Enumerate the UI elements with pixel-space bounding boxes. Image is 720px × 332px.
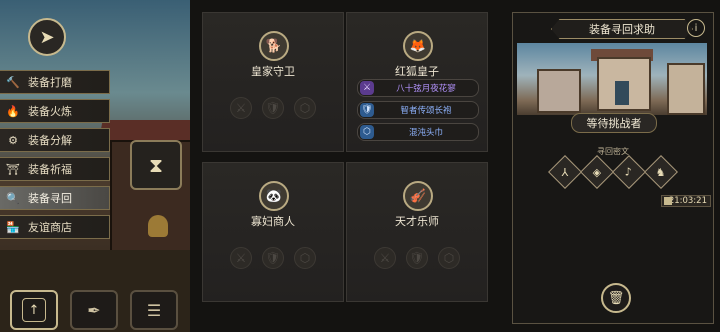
status-badge: 等待挑战者 xyxy=(571,113,657,133)
runes-label: 寻回密文 xyxy=(597,147,629,156)
empty-slot-icon: 🛡 xyxy=(406,247,428,269)
recovery-panel: 装备寻回求助 i 等待挑战者 寻回密文 ⅄ ◈ ♪ ♞ 21:03:21 🗑 xyxy=(512,12,714,324)
rune-button[interactable]: ♪ xyxy=(612,155,646,189)
hero-card[interactable]: 🐼 寡妇商人 ⚔ 🛡 ⬡ xyxy=(202,162,344,302)
menu-item-3[interactable]: ⛩ 装备祈福 xyxy=(0,157,110,181)
hourglass-icon xyxy=(664,197,672,205)
empty-slot-row: ⚔ 🛡 ⬡ xyxy=(203,97,343,119)
equipment-name: 八十弦月夜花寥 xyxy=(396,84,456,94)
panel-title: 装备寻回求助 xyxy=(551,19,693,39)
fox-prince-avatar: 🦊 xyxy=(403,31,433,61)
rune-button[interactable]: ◈ xyxy=(580,155,614,189)
bell-icon xyxy=(148,215,168,237)
bottom-tab-bar: ↑ ✒ ☰ xyxy=(10,290,178,330)
hero-name: 天才乐师 xyxy=(395,215,439,228)
menu-item-label: 装备分解 xyxy=(28,134,72,147)
dog-knight-avatar: 🐕 xyxy=(259,31,289,61)
back-arrow-icon: ➤ xyxy=(39,26,55,48)
rune-glyph-icon: ⅄ xyxy=(561,165,569,179)
tab-quill[interactable]: ✒ xyxy=(70,290,118,330)
town-illustration xyxy=(517,43,707,115)
robe-icon: 🛡 xyxy=(360,103,374,117)
rune-row: ⅄ ◈ ♪ ♞ xyxy=(513,155,713,189)
countdown-timer: 21:03:21 xyxy=(661,195,711,207)
menu-item-label: 装备祈福 xyxy=(28,163,72,176)
equipment-name: 混沌头巾 xyxy=(408,128,443,138)
hero-name: 皇家守卫 xyxy=(251,65,295,78)
feather-icon: ✒ xyxy=(87,300,101,320)
empty-slot-icon: ⚔ xyxy=(230,97,252,119)
equipment-item[interactable]: ⚔ 八十弦月夜花寥 xyxy=(357,79,479,97)
menu-item-1[interactable]: 🔥 装备火炼 xyxy=(0,99,110,123)
menu-item-4[interactable]: 🔍 装备寻回 xyxy=(0,186,110,210)
rune-glyph-icon: ♪ xyxy=(625,165,633,179)
flame-icon: 🔥 xyxy=(6,104,20,118)
side-menu: 🔨 装备打磨 🔥 装备火炼 ⚙ 装备分解 ⛩ 装备祈福 🔍 装备寻回 🏪 友谊商店 xyxy=(0,70,110,244)
arrow-up-icon: ↑ xyxy=(22,298,46,322)
hero-card[interactable]: 🦊 红狐皇子 ⚔ 八十弦月夜花寥 🛡 智者传颂长袍 ⬡ 混沌头巾 xyxy=(346,12,488,152)
sword-icon: ⚔ xyxy=(360,81,374,95)
tower-door xyxy=(615,81,629,105)
menu-item-0[interactable]: 🔨 装备打磨 xyxy=(0,70,110,94)
menu-item-label: 友谊商店 xyxy=(28,221,72,234)
hero-token-icon[interactable]: ⧗ xyxy=(130,140,182,190)
equipment-name: 智者传颂长袍 xyxy=(400,106,452,116)
pray-icon: ⛩ xyxy=(6,162,20,176)
rune-glyph-icon: ♞ xyxy=(656,165,666,179)
list-icon: ☰ xyxy=(146,300,162,320)
split-icon: ⚙ xyxy=(8,133,18,147)
empty-slot-icon: ⬡ xyxy=(438,247,460,269)
rune-glyph-icon: ◈ xyxy=(592,165,602,179)
trash-button[interactable]: 🗑 xyxy=(601,283,631,313)
rune-button[interactable]: ♞ xyxy=(644,155,678,189)
back-button[interactable]: ➤ xyxy=(28,18,66,56)
hero-card[interactable]: 🎻 天才乐师 ⚔ 🛡 ⬡ xyxy=(346,162,488,302)
empty-slot-icon: ⬡ xyxy=(294,97,316,119)
hero-name: 红狐皇子 xyxy=(395,65,439,78)
game-scene: ➤ 🔨 装备打磨 🔥 装备火炼 ⚙ 装备分解 ⛩ 装备祈福 🔍 装备寻回 🏪 友谊商店 ⧗ ↑ ✒ ☰… xyxy=(0,0,720,332)
menu-item-5[interactable]: 🏪 友谊商店 xyxy=(0,215,110,239)
empty-slot-icon: ⚔ xyxy=(374,247,396,269)
empty-slot-icon: ⬡ xyxy=(294,247,316,269)
tab-list[interactable]: ☰ xyxy=(130,290,178,330)
info-icon[interactable]: i xyxy=(687,19,705,37)
hammer-icon: 🔨 xyxy=(6,75,20,89)
house-right xyxy=(667,63,705,115)
rune-button[interactable]: ⅄ xyxy=(548,155,582,189)
helm-icon: ⬡ xyxy=(360,125,374,139)
hero-card[interactable]: 🐕 皇家守卫 ⚔ 🛡 ⬡ xyxy=(202,12,344,152)
menu-item-label: 装备火炼 xyxy=(28,105,72,118)
empty-slot-icon: 🛡 xyxy=(262,97,284,119)
trash-icon: 🗑 xyxy=(607,290,625,306)
menu-item-2[interactable]: ⚙ 装备分解 xyxy=(0,128,110,152)
widow-merchant-avatar: 🐼 xyxy=(259,181,289,211)
equipment-item[interactable]: ⬡ 混沌头巾 xyxy=(357,123,479,141)
hero-name: 寡妇商人 xyxy=(251,215,295,228)
house-left xyxy=(537,69,581,113)
equipment-item[interactable]: 🛡 智者传颂长袍 xyxy=(357,101,479,119)
menu-item-label: 装备寻回 xyxy=(28,192,72,205)
musician-avatar: 🎻 xyxy=(403,181,433,211)
empty-slot-row: ⚔ 🛡 ⬡ xyxy=(203,247,343,269)
timer-text: 21:03:21 xyxy=(668,196,707,206)
empty-slot-icon: 🛡 xyxy=(262,247,284,269)
search-icon: 🔍 xyxy=(6,191,20,205)
empty-slot-icon: ⚔ xyxy=(230,247,252,269)
shop-icon: 🏪 xyxy=(6,220,20,234)
empty-slot-row: ⚔ 🛡 ⬡ xyxy=(347,247,487,269)
tab-upgrade[interactable]: ↑ xyxy=(10,290,58,330)
menu-item-label: 装备打磨 xyxy=(28,76,72,89)
